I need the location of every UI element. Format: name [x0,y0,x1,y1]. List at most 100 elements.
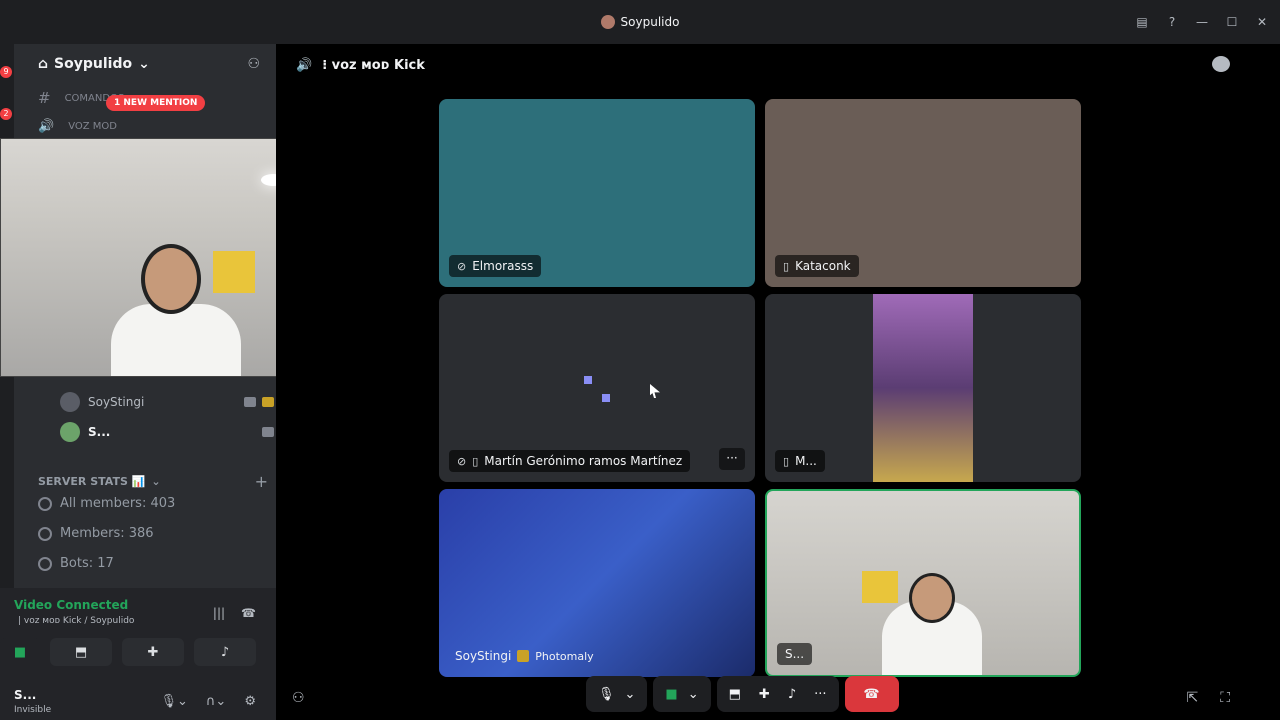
avatar [60,392,80,412]
server-avatar-icon [600,15,615,29]
voice-panel-actions: ||| ☎ [213,606,256,620]
help-icon[interactable]: ? [1164,14,1180,30]
stage-icon [38,526,52,541]
share-controls: ⬒ ✚ ♪ ··· [716,676,839,712]
stage-view-controls: ⇱ ⛶ [1186,690,1230,706]
maximize-icon[interactable]: ☐ [1224,14,1240,30]
voice-member-item[interactable]: S... [60,422,274,442]
soundboard-button[interactable]: ♪ [194,638,256,666]
more-icon[interactable]: ··· [814,687,826,702]
chevron-down-icon: ⌄ [138,56,150,72]
category-server-stats[interactable]: SERVER STATS 📊 ⌄ + [38,472,268,491]
participant-name: Elmorasss [472,259,534,273]
server-name[interactable]: ⌂ Soypulido ⌄ [38,56,150,72]
participant-label: S... [777,643,813,665]
video-tile[interactable]: ▯ M... [765,294,1081,482]
soundboard-icon[interactable]: ♪ [788,687,796,702]
settings-gear-icon[interactable]: ⚙ [244,694,256,709]
activities-button[interactable]: ✚ [122,638,184,666]
disconnect-icon[interactable]: ☎ [241,606,256,620]
loading-dot [602,394,610,402]
add-channel-icon[interactable]: + [255,472,268,491]
voice-location[interactable]: | voz мoᴅ Kick / Soypulido [18,616,134,626]
screen-share-button[interactable]: ⬒ [50,638,112,666]
video-tile[interactable]: ⊘ ▯ Martín Gerónimo ramos Martínez ··· [439,294,755,482]
video-tile[interactable]: ⊘ Elmorasss [439,99,755,287]
inbox-icon[interactable]: ▤ [1134,14,1150,30]
stage-icon [38,556,52,571]
user-status: Invisible [14,705,52,715]
tile-more-button[interactable]: ··· [719,448,745,470]
chat-icon[interactable] [1212,56,1230,72]
participant-label: ⊘ ▯ Martín Gerónimo ramos Martínez [449,450,691,472]
participant-label: SoyStingi Photomaly [449,645,602,667]
camera-icon [244,397,256,407]
voice-icon: 🔊 [38,118,55,134]
participant-name: S... [785,647,805,661]
member-status-icons [244,397,274,407]
user-controls: 🎙⌄ ∩⌄ ⚙ [161,694,256,709]
hash-icon: # [38,89,51,107]
server-name-text: Soypulido [54,56,133,72]
category-label: SERVER STATS 📊 [38,475,146,488]
user-panel: S... Invisible 🎙⌄ ∩⌄ ⚙ [0,672,276,720]
camera-button[interactable]: ■ [0,638,40,666]
avatar [60,422,80,442]
wall-frame [862,571,898,603]
camera-icon [262,427,274,437]
mic-icon: 🎙 [598,686,615,702]
voice-channel-icon: 🔊 [296,58,313,73]
server-header[interactable]: ⌂ Soypulido ⌄ ⚇ [14,44,276,84]
invite-icon[interactable]: ⚇ [247,56,260,72]
streamer-figure [101,244,251,376]
member-status-icons [262,427,274,437]
participant-name: SoyStingi [455,649,512,663]
headphones-icon[interactable]: ∩⌄ [206,694,226,709]
new-mention-pill[interactable]: 1 NEW MENTION [106,95,206,111]
chevron-down-icon[interactable]: ⌄ [625,687,636,702]
stat-label: Members: 386 [60,526,154,541]
activities-icon[interactable]: ✚ [759,687,770,702]
stat-channel[interactable]: Bots: 17 [38,556,114,571]
participant-name: Kataconk [795,259,851,273]
mobile-icon: ▯ [783,454,790,468]
activities-icon: ✚ [147,644,159,660]
participant-name: Martín Gerónimo ramos Martínez [484,454,683,468]
mobile-icon: ▯ [472,454,479,468]
screen-share-icon[interactable]: ⬒ [729,687,741,702]
member-name: SoyStingi [88,395,145,409]
pop-out-icon[interactable]: ⇱ [1186,690,1198,706]
mic-control[interactable]: 🎙 ⌄ [586,676,648,712]
home-icon: ⌂ [38,56,49,72]
voice-member-item[interactable]: SoyStingi [60,392,274,412]
end-call-icon: ☎ [863,686,880,702]
camera-control[interactable]: ■ ⌄ [653,676,711,712]
video-tile[interactable]: ▯ Kataconk [765,99,1081,287]
invite-to-call-icon[interactable]: ⚇ [292,690,305,706]
fullscreen-icon[interactable]: ⛶ [1220,690,1230,706]
streamer-head [141,244,201,314]
stat-channel[interactable]: All members: 403 [38,496,175,511]
participant-activity: Photomaly [535,649,594,663]
camera-icon: ■ [665,686,678,702]
channel-item-voz-mod[interactable]: 🔊 VOZ MOD [14,112,276,140]
channel-title: ⁝ voz мoᴅ Kick [322,58,425,73]
mic-icon[interactable]: 🎙⌄ [161,694,188,709]
streamer-body [111,304,241,376]
call-controls: 🎙 ⌄ ■ ⌄ ⬒ ✚ ♪ ··· ☎ [586,676,899,712]
video-tile[interactable]: SoyStingi Photomaly [439,489,755,677]
minimize-icon[interactable]: — [1194,14,1210,30]
chevron-down-icon[interactable]: ⌄ [688,687,699,702]
guild-badge: 2 [0,108,12,120]
video-tile[interactable]: S... [765,489,1081,677]
user-name[interactable]: S... [14,688,36,702]
end-call-button[interactable]: ☎ [844,676,899,712]
noise-suppression-icon[interactable]: ||| [213,606,225,620]
guild-badge: 9 [0,66,12,78]
participant-label: ▯ Kataconk [775,255,859,277]
stat-channel[interactable]: Members: 386 [38,526,154,541]
stage-icon [38,496,52,511]
participant-video [873,294,973,482]
close-icon[interactable]: ✕ [1254,14,1270,30]
participant-head [909,573,955,623]
